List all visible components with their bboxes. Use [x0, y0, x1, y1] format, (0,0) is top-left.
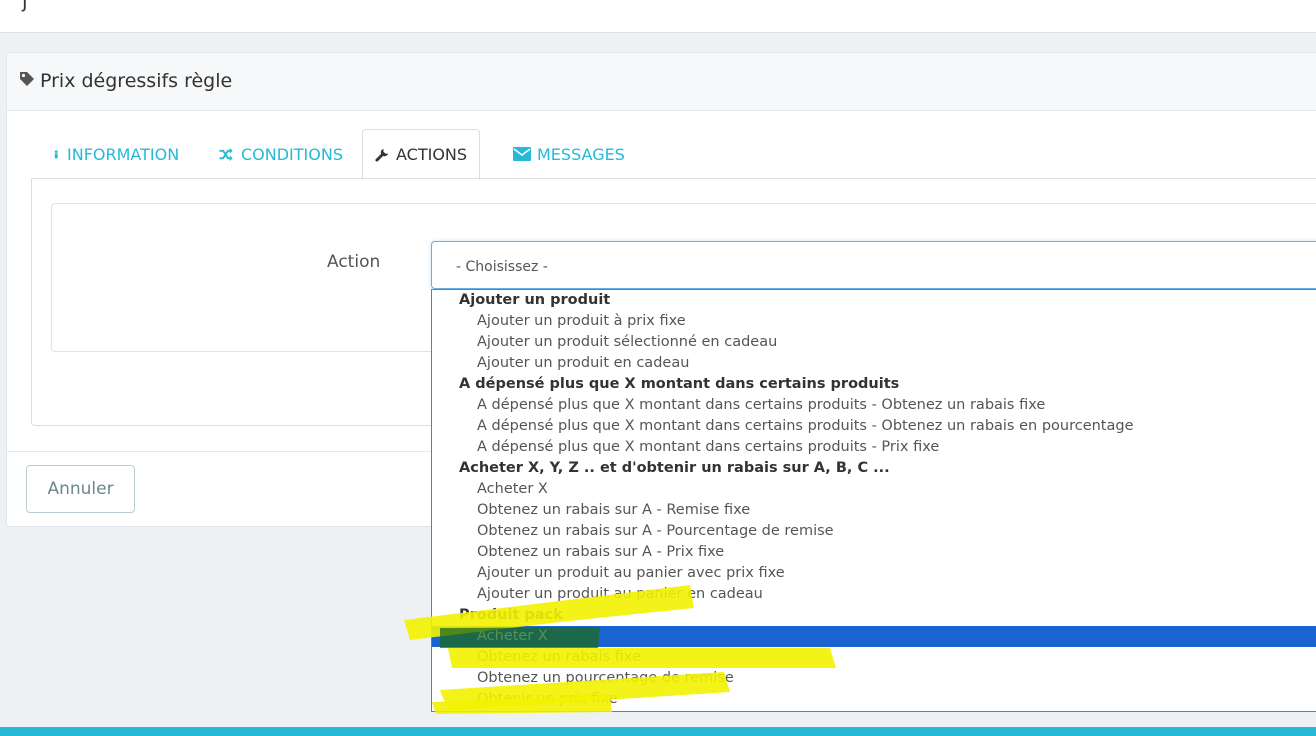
tab-conditions[interactable]: CONDITIONS — [205, 129, 355, 179]
dropdown-option[interactable]: Obtenez un rabais sur A - Remise fixe — [432, 500, 1316, 521]
dropdown-option[interactable]: Obtenez un pourcentage de remise — [432, 668, 1316, 689]
tab-label: MESSAGES — [537, 144, 625, 164]
dropdown-option[interactable]: Ajouter un produit au panier avec prix f… — [432, 563, 1316, 584]
dropdown-option[interactable]: Obtenir un prix fixe — [432, 689, 1316, 710]
dropdown-option[interactable]: A dépensé plus que X montant dans certai… — [432, 395, 1316, 416]
bottom-status-bar — [0, 727, 1316, 736]
dropdown-option[interactable]: Obtenez un rabais sur A - Prix fixe — [432, 542, 1316, 563]
tab-label: CONDITIONS — [241, 144, 343, 164]
action-select[interactable]: - Choisissez - — [431, 241, 1316, 289]
wrench-icon — [375, 148, 389, 162]
info-icon — [54, 150, 58, 158]
header-title-fragment: j — [22, 0, 28, 12]
dropdown-option[interactable]: Acheter X — [432, 479, 1316, 500]
optgroup-label: Produit pack — [459, 607, 563, 623]
dropdown-option[interactable]: Ajouter un produit à prix fixe — [432, 311, 1316, 332]
tag-icon — [20, 72, 34, 86]
tab-messages[interactable]: MESSAGES — [501, 129, 637, 179]
dropdown-option[interactable]: Ajouter un produit en cadeau — [432, 353, 1316, 374]
dropdown-option[interactable]: Ajouter un produit au panier en cadeau — [432, 584, 1316, 605]
action-dropdown-list[interactable]: Ajouter un produit Ajouter un produit à … — [431, 289, 1316, 712]
dropdown-option-selected[interactable]: Acheter X — [432, 626, 1316, 647]
tab-actions[interactable]: ACTIONS — [362, 129, 481, 180]
shuffle-icon — [219, 147, 233, 161]
tab-information[interactable]: INFORMATION — [40, 129, 191, 179]
dropdown-option[interactable]: A dépensé plus que X montant dans certai… — [432, 416, 1316, 437]
dropdown-option[interactable]: A dépensé plus que X montant dans certai… — [432, 437, 1316, 458]
tab-label: ACTIONS — [396, 145, 468, 164]
action-label: Action — [327, 252, 381, 272]
optgroup-label: Ajouter un produit — [459, 292, 611, 308]
tab-label: INFORMATION — [67, 144, 180, 164]
panel-heading: Prix dégressifs règle — [7, 53, 1316, 111]
envelope-icon — [513, 147, 531, 161]
panel-title: Prix dégressifs règle — [40, 70, 233, 92]
cancel-button[interactable]: Annuler — [26, 465, 135, 513]
optgroup-label: Acheter X, Y, Z .. et d'obtenir un rabai… — [459, 460, 890, 476]
dropdown-option[interactable]: Ajouter un produit sélectionné en cadeau — [432, 332, 1316, 353]
optgroup-label: A dépensé plus que X montant dans certai… — [459, 376, 900, 392]
dropdown-option[interactable]: Obtenez un rabais sur A - Pourcentage de… — [432, 521, 1316, 542]
dropdown-option[interactable]: Obtenez un rabais fixe — [432, 647, 1316, 668]
top-header: j — [0, 0, 1316, 33]
